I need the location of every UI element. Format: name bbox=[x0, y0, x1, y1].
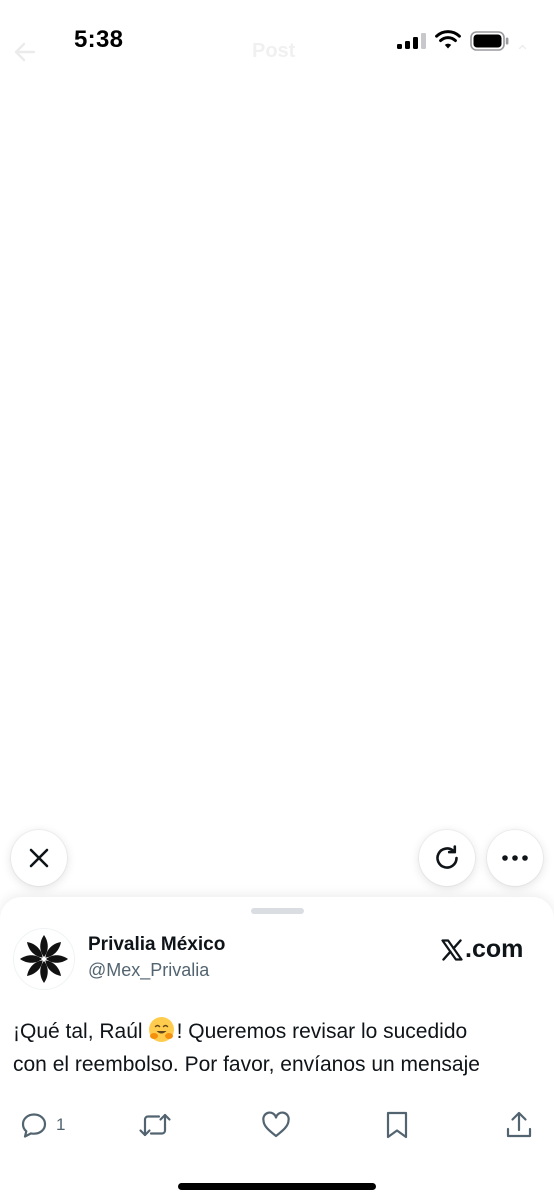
reply-count: 1 bbox=[56, 1115, 66, 1134]
hugging-face-emoji bbox=[148, 1017, 174, 1042]
share-button[interactable] bbox=[505, 1109, 533, 1141]
home-indicator[interactable] bbox=[178, 1183, 376, 1190]
heart-icon bbox=[262, 1111, 290, 1138]
post-text-line-2: con el reembolso. Por favor, envíanos un… bbox=[13, 1053, 480, 1076]
avatar[interactable] bbox=[13, 928, 75, 990]
status-time: 5:38 bbox=[74, 26, 124, 53]
more-options-button[interactable] bbox=[487, 830, 543, 886]
bookmark-icon bbox=[386, 1111, 408, 1139]
flower-logo-icon bbox=[20, 935, 68, 983]
post-text-segment: ¡Qué tal, Raúl bbox=[13, 1020, 143, 1043]
like-button[interactable] bbox=[261, 1109, 291, 1141]
reply-button[interactable]: 1 bbox=[20, 1109, 65, 1141]
cellular-signal-icon bbox=[397, 33, 426, 49]
more-horizontal-icon bbox=[502, 855, 528, 861]
post-action-bar: 1 bbox=[0, 1109, 554, 1145]
sheet-grabber[interactable] bbox=[251, 908, 304, 914]
status-bar: 5:38 bbox=[0, 0, 554, 84]
repost-icon bbox=[139, 1113, 171, 1137]
reply-icon bbox=[21, 1113, 47, 1138]
reload-button[interactable] bbox=[419, 830, 475, 886]
battery-icon bbox=[470, 31, 509, 51]
post-text-line-1: ¡Qué tal, Raúl ! Queremos revisar lo suc… bbox=[13, 1015, 543, 1048]
x-logo-icon bbox=[441, 938, 463, 961]
author-display-name[interactable]: Privalia México bbox=[88, 934, 225, 956]
x-com-label: .com bbox=[465, 935, 524, 963]
bookmark-button[interactable] bbox=[384, 1109, 410, 1141]
close-icon bbox=[29, 848, 49, 868]
post-preview-card[interactable]: Privalia México @Mex_Privalia .com ¡Qué … bbox=[0, 897, 554, 1200]
repost-button[interactable] bbox=[138, 1109, 172, 1141]
close-button[interactable] bbox=[11, 830, 67, 886]
wifi-icon bbox=[435, 30, 461, 49]
reload-icon bbox=[436, 845, 458, 869]
post-text[interactable]: ¡Qué tal, Raúl ! Queremos revisar lo suc… bbox=[13, 1015, 543, 1081]
share-icon bbox=[506, 1111, 532, 1138]
x-com-link[interactable]: .com bbox=[441, 935, 523, 964]
author-handle[interactable]: @Mex_Privalia bbox=[88, 960, 209, 981]
post-text-segment: ! Queremos revisar lo sucedido bbox=[176, 1020, 468, 1043]
